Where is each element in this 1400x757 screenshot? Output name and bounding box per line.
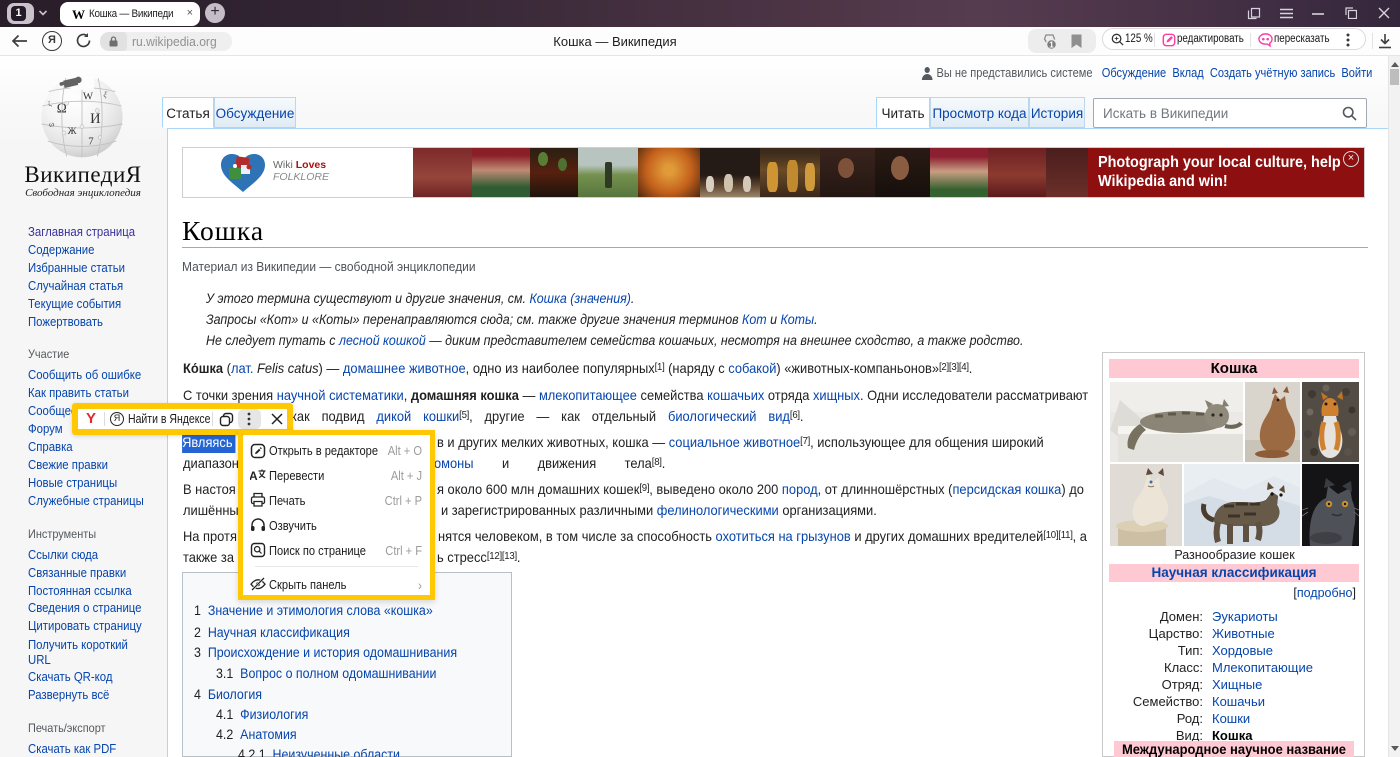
- svg-text:Ω: Ω: [57, 100, 67, 115]
- svg-text:И: И: [90, 111, 100, 127]
- svg-text:1: 1: [1049, 40, 1054, 50]
- svg-text:7: 7: [88, 136, 94, 148]
- svg-text:А: А: [250, 469, 258, 483]
- svg-text:W: W: [83, 91, 94, 103]
- svg-text:Ж: Ж: [68, 126, 77, 137]
